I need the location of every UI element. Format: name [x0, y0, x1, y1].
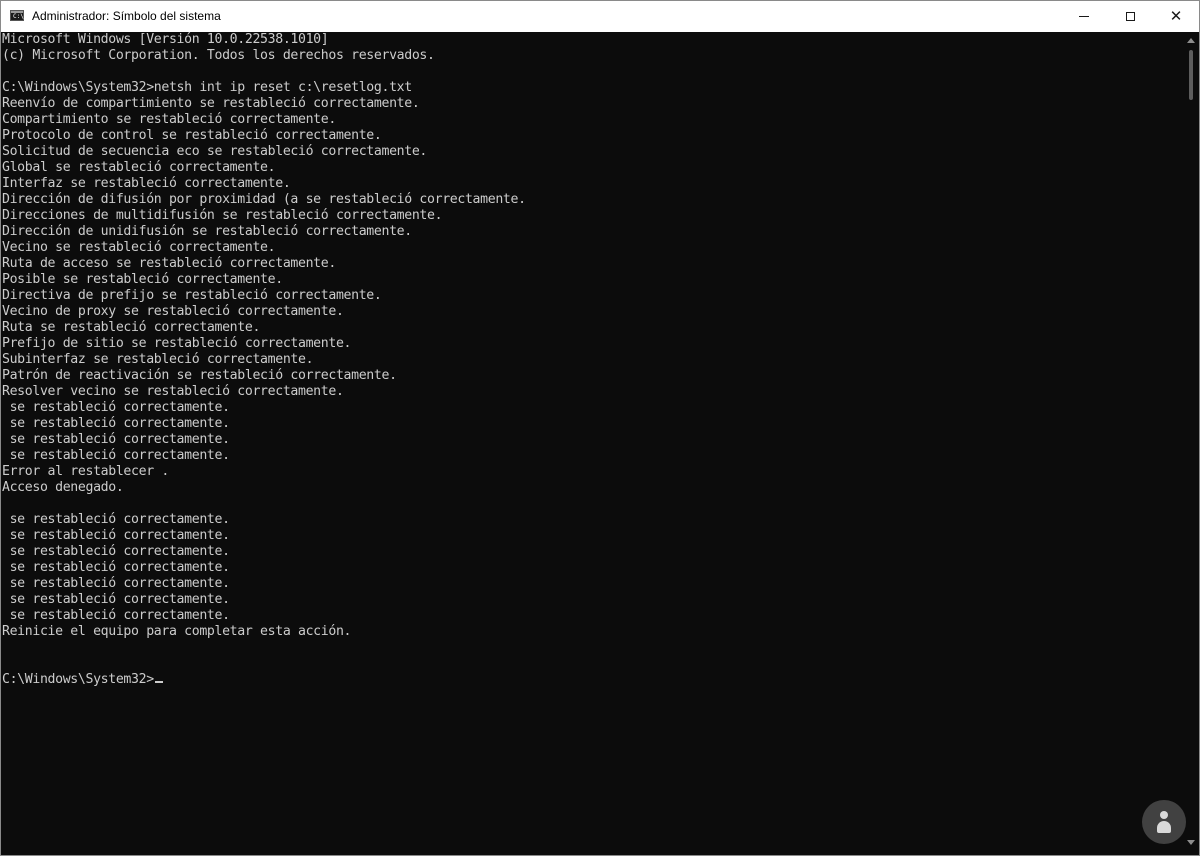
cmd-icon-glyph: C:\ — [13, 13, 24, 20]
console-line: Error al restablecer . — [2, 464, 169, 479]
console-line: Reenvío de compartimiento se restableció… — [2, 96, 420, 111]
console-line: Vecino se restableció correctamente. — [2, 240, 276, 255]
console-line: C:\Windows\System32>netsh int ip reset c… — [2, 80, 412, 95]
close-icon: ✕ — [1169, 7, 1183, 25]
title-bar[interactable]: C:\ Administrador: Símbolo del sistema ✕ — [1, 1, 1199, 32]
console-line: se restableció correctamente. — [2, 416, 230, 431]
console-line: Resolver vecino se restableció correctam… — [2, 384, 344, 399]
console-line: Solicitud de secuencia eco se restableci… — [2, 144, 428, 159]
scroll-up-icon[interactable] — [1187, 38, 1195, 43]
minimize-button[interactable] — [1061, 1, 1107, 32]
console-line: se restableció correctamente. — [2, 576, 230, 591]
console-line: Protocolo de control se restableció corr… — [2, 128, 382, 143]
console-line: Patrón de reactivación se restableció co… — [2, 368, 397, 383]
console-line: C:\Windows\System32> — [2, 672, 1183, 688]
console-line: Posible se restableció correctamente. — [2, 272, 283, 287]
window-title: Administrador: Símbolo del sistema — [32, 9, 221, 23]
console-line: Ruta de acceso se restableció correctame… — [2, 256, 336, 271]
scroll-down-icon[interactable] — [1187, 840, 1195, 845]
console-line: Global se restableció correctamente. — [2, 160, 276, 175]
console-line: Reinicie el equipo para completar esta a… — [2, 624, 352, 639]
console-line: Vecino de proxy se restableció correctam… — [2, 304, 344, 319]
console-line: Compartimiento se restableció correctame… — [2, 112, 336, 127]
console-line: Ruta se restableció correctamente. — [2, 320, 261, 335]
console-line: Interfaz se restableció correctamente. — [2, 176, 291, 191]
maximize-button[interactable] — [1107, 1, 1153, 32]
cmd-icon[interactable]: C:\ — [10, 10, 24, 21]
console-line: Dirección de difusión por proximidad (a … — [2, 192, 526, 207]
scroll-thumb[interactable] — [1189, 50, 1193, 100]
watermark-logo-icon — [1142, 800, 1186, 844]
console-line: se restableció correctamente. — [2, 432, 230, 447]
console-line: Microsoft Windows [Versión 10.0.22538.10… — [2, 32, 329, 47]
maximize-icon — [1125, 12, 1135, 21]
console-line: Prefijo de sitio se restableció correcta… — [2, 336, 352, 351]
console-line: se restableció correctamente. — [2, 544, 230, 559]
console-line: se restableció correctamente. — [2, 400, 230, 415]
close-button[interactable]: ✕ — [1153, 1, 1199, 32]
console-output[interactable]: Microsoft Windows [Versión 10.0.22538.10… — [2, 32, 1183, 855]
cmd-window: C:\ Administrador: Símbolo del sistema ✕… — [0, 0, 1200, 856]
console-line: se restableció correctamente. — [2, 592, 230, 607]
text-cursor — [154, 681, 163, 683]
console-line: Acceso denegado. — [2, 480, 124, 495]
console-line: se restableció correctamente. — [2, 560, 230, 575]
console-line: (c) Microsoft Corporation. Todos los der… — [2, 48, 435, 63]
vertical-scrollbar[interactable] — [1183, 32, 1199, 855]
console-line: Direcciones de multidifusión se restable… — [2, 208, 443, 223]
watermark-figure — [1157, 811, 1171, 833]
console-line: Directiva de prefijo se restableció corr… — [2, 288, 382, 303]
console-line: Dirección de unidifusión se restableció … — [2, 224, 412, 239]
console-line: Subinterfaz se restableció correctamente… — [2, 352, 314, 367]
console-line: se restableció correctamente. — [2, 448, 230, 463]
console-line: se restableció correctamente. — [2, 608, 230, 623]
console-line: se restableció correctamente. — [2, 528, 230, 543]
console-line: se restableció correctamente. — [2, 512, 230, 527]
minimize-icon — [1079, 16, 1089, 17]
